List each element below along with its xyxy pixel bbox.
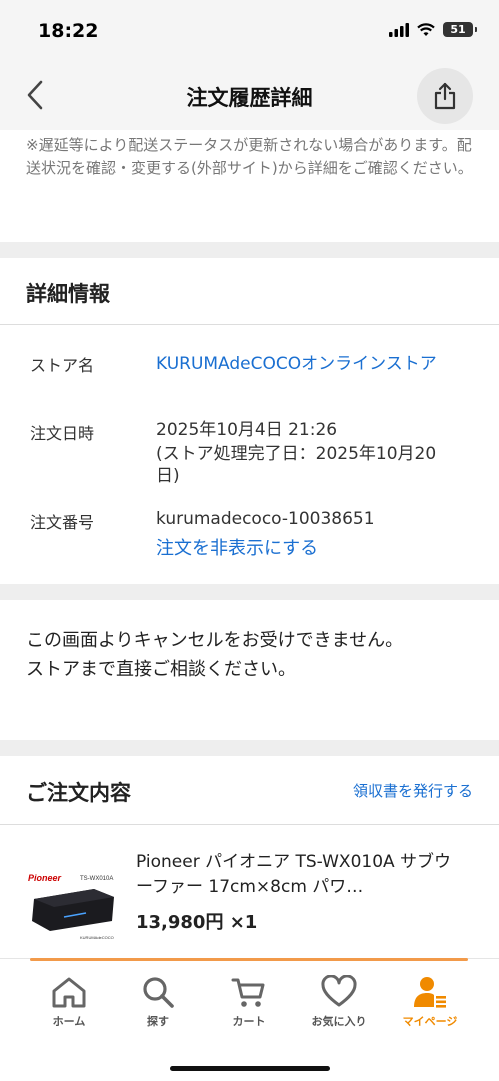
- status-icons: 51: [389, 22, 477, 37]
- wifi-icon: [417, 22, 435, 36]
- details-header: 詳細情報: [0, 258, 499, 325]
- tab-favorites-label: お気に入り: [311, 1015, 367, 1028]
- search-icon: [143, 977, 174, 1008]
- tab-mypage[interactable]: マイページ: [390, 975, 470, 1029]
- product-name[interactable]: Pioneer パイオニア TS-WX010A サブウーファー 17cm×8cm…: [136, 850, 466, 900]
- cancel-notice: この画面よりキャンセルをお受けできません。 ストアまで直接ご相談ください。: [26, 626, 476, 684]
- tab-search[interactable]: 探す: [118, 975, 198, 1029]
- order-number-value: kurumadecoco-10038651: [156, 509, 375, 529]
- tab-search-label: 探す: [147, 1015, 169, 1028]
- hide-order-link[interactable]: 注文を非表示にする: [156, 538, 456, 560]
- thumb-model: TS-WX010A: [80, 876, 113, 882]
- section-divider: [0, 242, 499, 258]
- section-divider: [0, 584, 499, 600]
- store-name-link[interactable]: KURUMAdeCOCOオンラインストア: [156, 352, 446, 376]
- store-name-label: ストア名: [30, 356, 95, 375]
- cart-icon: [231, 978, 265, 1007]
- order-date-label: 注文日時: [30, 424, 95, 443]
- order-number-label: 注文番号: [30, 513, 95, 532]
- tab-cart[interactable]: カート: [209, 975, 289, 1029]
- battery-icon: 51: [443, 22, 477, 37]
- tab-favorites[interactable]: お気に入り: [299, 975, 379, 1029]
- product-thumbnail[interactable]: Pioneer TS-WX010A KURUMAdeCOCO: [24, 865, 120, 943]
- signal-icon: [389, 22, 409, 37]
- tab-home[interactable]: ホーム: [29, 975, 109, 1029]
- orange-strip: [30, 958, 468, 961]
- status-time: 18:22: [38, 20, 99, 42]
- thumb-store: KURUMAdeCOCO: [80, 935, 114, 940]
- user-icon: [414, 977, 446, 1008]
- product-price: 13,980円 ×1: [136, 912, 258, 933]
- section-divider: [0, 740, 499, 756]
- delivery-notice: ※遅延等により配送ステータスが更新されない場合があります。配送状況を確認・変更す…: [26, 136, 473, 177]
- tab-mypage-label: マイページ: [402, 1015, 458, 1028]
- heart-icon: [321, 975, 357, 1007]
- order-title: ご注文内容: [26, 781, 131, 805]
- completion-date: (ストア処理完了日：2025年10月20日): [156, 444, 437, 486]
- share-icon: [434, 82, 456, 110]
- navigation-bar: 注文履歴詳細: [0, 62, 499, 130]
- tab-home-label: ホーム: [52, 1015, 86, 1028]
- home-icon: [52, 977, 86, 1008]
- status-bar: 18:22 51: [0, 0, 499, 62]
- home-indicator: [170, 1066, 330, 1071]
- tab-cart-label: カート: [232, 1015, 266, 1028]
- cancel-notice-line2: ストアまで直接ご相談ください。: [26, 659, 296, 680]
- issue-receipt-link[interactable]: 領収書を発行する: [353, 780, 473, 801]
- cancel-notice-line1: この画面よりキャンセルをお受けできません。: [26, 630, 404, 651]
- share-button[interactable]: [417, 68, 473, 124]
- order-date-value: 2025年10月4日 21:26: [156, 420, 338, 440]
- details-title: 詳細情報: [26, 282, 110, 306]
- thumb-brand: Pioneer: [28, 873, 62, 883]
